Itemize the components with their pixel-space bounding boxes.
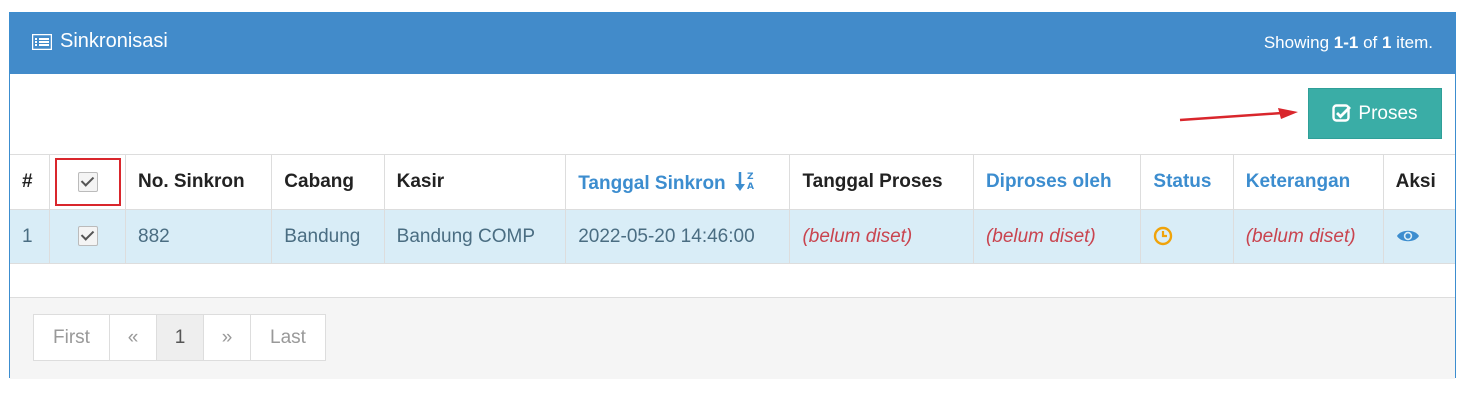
proses-button[interactable]: Proses [1308,88,1442,139]
toolbar: Proses [10,74,1455,155]
panel-title-text: Sinkronisasi [60,30,168,52]
page-current[interactable]: 1 [156,314,204,361]
sync-table: # No. Sinkron Cabang Kasir Tanggal Sinkr… [10,154,1455,264]
table-header-row: # No. Sinkron Cabang Kasir Tanggal Sinkr… [10,154,1455,210]
panel-title: Sinkronisasi [32,30,168,53]
col-diproses-oleh[interactable]: Diproses oleh [972,154,1142,210]
panel-footer: First « 1 » Last [10,297,1455,379]
col-kasir: Kasir [383,154,567,210]
col-tanggal-sinkron-label: Tanggal Sinkron [578,172,726,194]
svg-text:A: A [747,182,754,192]
cell-no-sinkron: 882 [124,209,273,264]
list-icon [32,33,52,50]
select-all-highlight [54,158,121,206]
page-last[interactable]: Last [250,314,326,361]
check-square-icon [1332,103,1352,122]
cell-kasir: Bandung COMP [383,209,567,264]
sort-alpha-desc-icon: Z A [734,171,754,192]
cell-tanggal-sinkron: 2022-05-20 14:46:00 [565,209,791,264]
col-keterangan[interactable]: Keterangan [1232,154,1384,210]
col-tanggal-sinkron[interactable]: Tanggal Sinkron Z A [565,154,791,210]
summary-prefix: Showing [1263,33,1334,52]
row-index: 1 [10,209,50,264]
row-checkbox[interactable] [77,226,98,247]
pagination: First « 1 » Last [33,314,326,361]
cell-cabang: Bandung [271,209,385,264]
col-no-sinkron: No. Sinkron [124,154,273,210]
summary-suffix: item. [1391,33,1433,52]
cell-aksi [1382,209,1455,264]
result-summary: Showing 1-1 of 1 item. [1264,33,1433,53]
col-tanggal-proses: Tanggal Proses [789,154,974,210]
row-select-cell [49,209,126,264]
page-prev[interactable]: « [109,314,157,361]
svg-text:Z: Z [747,172,754,182]
col-cabang: Cabang [271,154,385,210]
col-index: # [10,154,50,210]
eye-icon[interactable] [1396,228,1420,244]
annotation-arrow [1179,108,1298,122]
table-row: 1 882 Bandung Bandung COMP 2022-05-20 14… [10,209,1455,264]
col-aksi: Aksi [1382,154,1455,210]
proses-button-label: Proses [1358,102,1418,124]
panel-heading: Sinkronisasi Showing 1-1 of 1 item. [10,13,1455,74]
select-all-checkbox[interactable] [77,172,98,192]
sync-panel: Sinkronisasi Showing 1-1 of 1 item. Pros… [9,12,1456,379]
cell-diproses-oleh: (belum diset) [972,209,1142,264]
summary-mid: of [1358,33,1382,52]
cell-keterangan: (belum diset) [1232,209,1384,264]
col-select [49,154,126,210]
col-status[interactable]: Status [1140,154,1234,210]
clock-icon [1154,227,1173,246]
summary-range: 1-1 [1333,33,1359,52]
cell-tanggal-proses: (belum diset) [789,209,974,264]
page-next[interactable]: » [203,314,251,361]
cell-status [1140,209,1234,264]
page-first[interactable]: First [33,314,110,361]
